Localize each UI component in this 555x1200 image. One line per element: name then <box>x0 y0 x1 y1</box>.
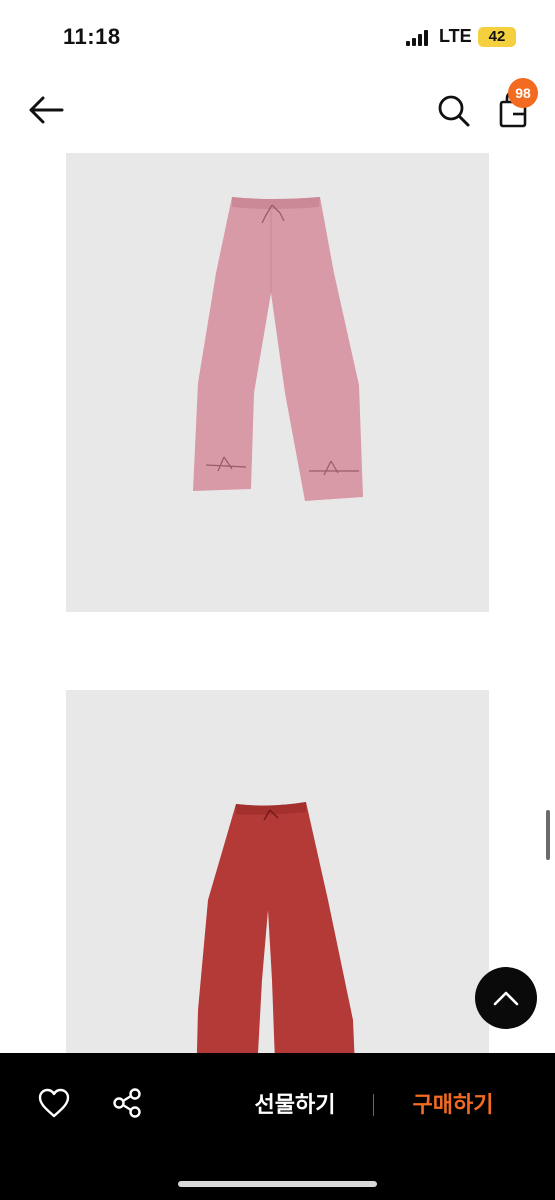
share-icon[interactable] <box>110 1086 144 1120</box>
search-icon[interactable] <box>434 91 474 131</box>
product-image-red-pants[interactable] <box>66 690 489 1090</box>
red-pants-illustration <box>196 802 356 1090</box>
status-time: 11:18 <box>63 24 121 49</box>
heart-icon[interactable] <box>36 1087 72 1119</box>
status-bar: 11:18 LTE 42 <box>0 0 555 72</box>
bottom-action-bar: 선물하기 구매하기 <box>0 1053 555 1200</box>
pink-pants-illustration <box>193 197 363 501</box>
signal-icon <box>406 30 428 46</box>
product-image-pink-pants[interactable] <box>66 153 489 612</box>
gift-button[interactable]: 선물하기 <box>232 1089 358 1123</box>
scrollbar-thumb[interactable] <box>546 810 550 860</box>
arrow-left-icon[interactable] <box>26 92 66 128</box>
buy-button[interactable]: 구매하기 <box>392 1089 514 1123</box>
scroll-top-button[interactable] <box>475 967 537 1029</box>
home-indicator[interactable] <box>178 1181 377 1187</box>
nav-bar <box>0 72 555 150</box>
battery-indicator: 42 <box>478 27 516 47</box>
divider <box>373 1094 374 1116</box>
cart-count-badge: 98 <box>508 78 538 108</box>
network-label: LTE <box>439 26 472 46</box>
chevron-up-icon <box>493 991 519 1006</box>
